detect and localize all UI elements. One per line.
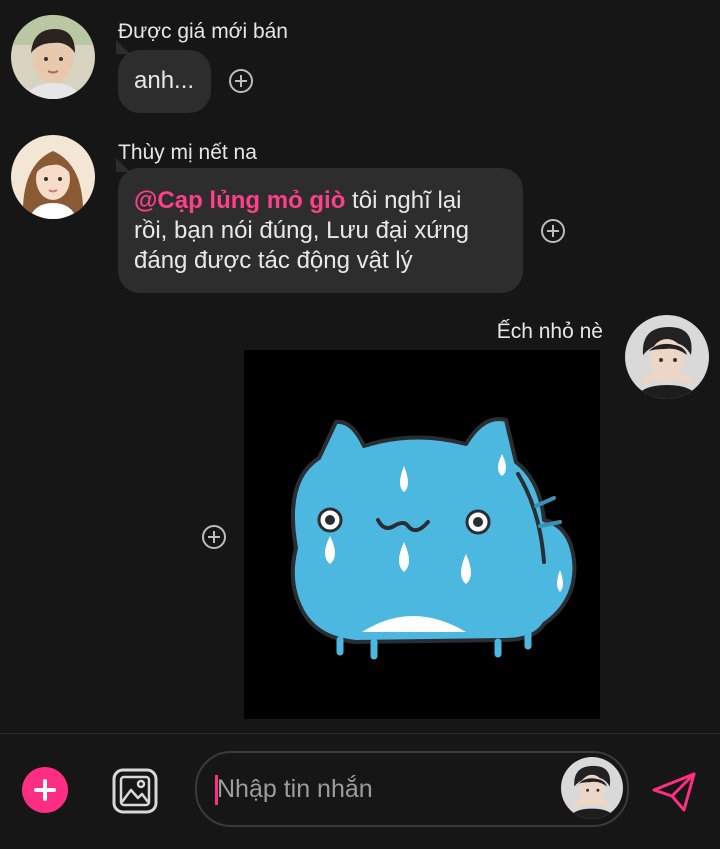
message-bubble[interactable]: anh...: [118, 50, 211, 113]
avatar-thuy-mi-net-na[interactable]: [11, 135, 95, 219]
image-icon[interactable]: [110, 766, 160, 816]
avatar-ech-nho-ne[interactable]: [625, 315, 709, 399]
message-text: đáng được tác động vật lý: [134, 247, 413, 274]
avatar-duoc-gia-moi-ban[interactable]: [11, 15, 95, 99]
sender-name: Được giá mới bán: [118, 20, 288, 43]
add-reaction-icon[interactable]: [541, 219, 565, 243]
sender-name: Ếch nhỏ nè: [496, 320, 603, 343]
message-text: tôi nghĩ lại: [345, 187, 462, 214]
sticker-avatar-button[interactable]: [561, 757, 623, 819]
sender-name: Thùy mị nết na: [118, 141, 257, 164]
message-input[interactable]: Nhập tin nhắn: [195, 751, 629, 827]
composer-bar: Nhập tin nhắn: [0, 733, 720, 849]
sticker-image[interactable]: [244, 350, 600, 719]
mention-link[interactable]: @Cạp lủng mỏ giò: [134, 187, 345, 214]
message-text: anh...: [134, 67, 195, 94]
crying-blue-cat-sticker-icon: [290, 417, 577, 660]
send-icon[interactable]: [650, 768, 698, 816]
plus-icon[interactable]: [22, 767, 68, 813]
message-text: rồi, bạn nói đúng, Lưu đại xứng: [134, 217, 470, 244]
message-bubble[interactable]: @Cạp lủng mỏ giò tôi nghĩ lại rồi, bạn n…: [118, 168, 523, 293]
add-reaction-icon[interactable]: [202, 525, 226, 549]
message-input-placeholder: Nhập tin nhắn: [217, 775, 373, 803]
add-reaction-icon[interactable]: [229, 69, 253, 93]
